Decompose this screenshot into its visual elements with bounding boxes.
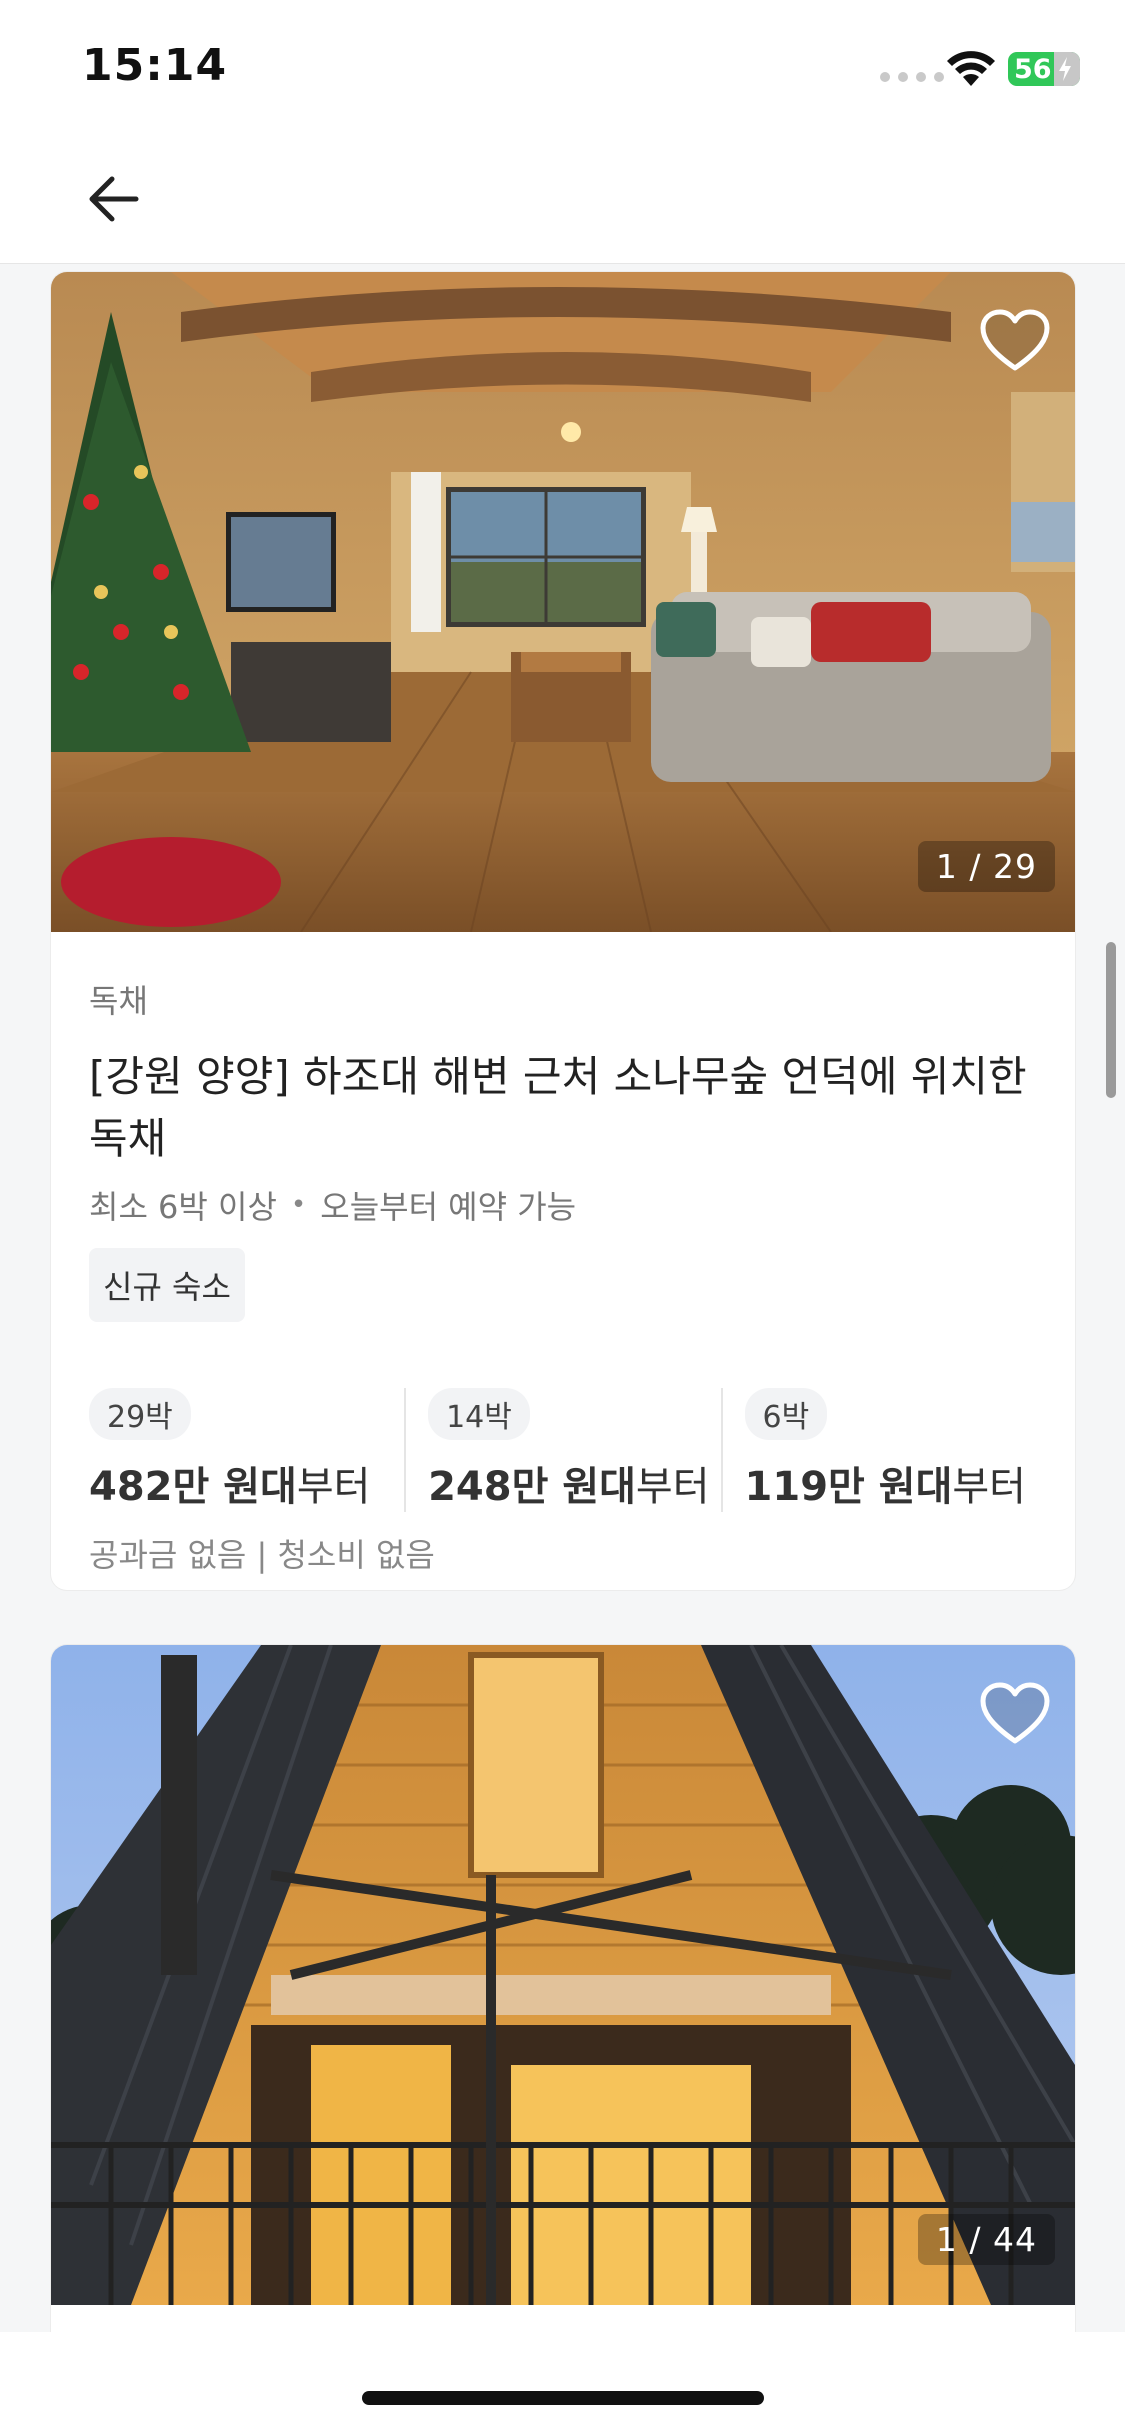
battery-charging-icon: 56 bbox=[1008, 52, 1080, 86]
heart-outline-icon[interactable] bbox=[979, 1681, 1051, 1747]
nights-badge: 14박 bbox=[428, 1388, 530, 1440]
listing-photo[interactable]: 1 / 44 bbox=[51, 1645, 1075, 2305]
listing-photo[interactable]: 1 / 29 bbox=[51, 272, 1075, 932]
min-stay: 최소 6박 이상 bbox=[89, 1188, 277, 1226]
price-amount: 248만 원대 bbox=[428, 1464, 636, 1510]
price-amount: 482만 원대 bbox=[89, 1464, 297, 1510]
wifi-icon bbox=[947, 51, 995, 86]
fees-info: 공과금 없음 | 청소비 없음 bbox=[89, 1536, 435, 1574]
price-suffix: 부터 bbox=[952, 1464, 1026, 1510]
meta-separator: • bbox=[290, 1190, 307, 1220]
listing-info: 독채 [강원 양양] 하조대 해변 근처 소나무숲 언덕에 위치한 독채 최소 … bbox=[51, 976, 1075, 1576]
price-options: 29박 482만 원대부터 14박 248만 원대부터 6박 119만 원대부터 bbox=[89, 1388, 1037, 1512]
price-text: 248만 원대부터 bbox=[428, 1454, 720, 1512]
screen: 15:14 56 1 / 29 독채 [강원 양양] 하조대 해변 근처 소나무… bbox=[0, 0, 1125, 2436]
price-suffix: 부터 bbox=[635, 1464, 710, 1510]
photo-counter: 1 / 29 bbox=[917, 841, 1055, 892]
status-time: 15:14 bbox=[82, 40, 228, 91]
listing-card[interactable]: 1 / 29 독채 [강원 양양] 하조대 해변 근처 소나무숲 언덕에 위치한… bbox=[51, 272, 1075, 1590]
new-listing-badge: 신규 숙소 bbox=[89, 1248, 245, 1322]
listing-title[interactable]: [강원 양양] 하조대 해변 근처 소나무숲 언덕에 위치한 독채 bbox=[89, 1046, 1049, 1170]
price-suffix: 부터 bbox=[296, 1464, 371, 1510]
nights-badge: 29박 bbox=[89, 1388, 191, 1440]
battery-level: 56 bbox=[1014, 53, 1052, 85]
living-room-photo bbox=[51, 272, 1075, 932]
home-area bbox=[0, 2332, 1125, 2436]
heart-outline-icon[interactable] bbox=[979, 308, 1051, 374]
price-option: 6박 119만 원대부터 bbox=[720, 1388, 1037, 1512]
price-text: 119만 원대부터 bbox=[745, 1454, 1037, 1512]
photo-counter: 1 / 44 bbox=[917, 2214, 1055, 2265]
listing-card[interactable]: 1 / 44 bbox=[51, 1645, 1075, 2436]
back-arrow-icon[interactable] bbox=[82, 166, 148, 232]
price-option: 14박 248만 원대부터 bbox=[404, 1388, 720, 1512]
listing-category: 독채 bbox=[89, 982, 148, 1020]
price-amount: 119만 원대 bbox=[744, 1464, 953, 1510]
price-text: 482만 원대부터 bbox=[89, 1454, 404, 1512]
cellular-signal-icon bbox=[880, 72, 944, 82]
availability: 오늘부터 예약 가능 bbox=[320, 1188, 577, 1226]
status-bar: 15:14 56 bbox=[0, 0, 1125, 132]
price-option: 29박 482만 원대부터 bbox=[89, 1388, 404, 1512]
a-frame-cabin-photo bbox=[51, 1645, 1075, 2305]
home-indicator[interactable] bbox=[362, 2391, 764, 2405]
nights-badge: 6박 bbox=[744, 1388, 828, 1440]
listing-meta: 최소 6박 이상 • 오늘부터 예약 가능 bbox=[89, 1182, 1037, 1228]
navigation-bar bbox=[0, 132, 1125, 264]
scrollbar[interactable] bbox=[1106, 942, 1116, 1098]
